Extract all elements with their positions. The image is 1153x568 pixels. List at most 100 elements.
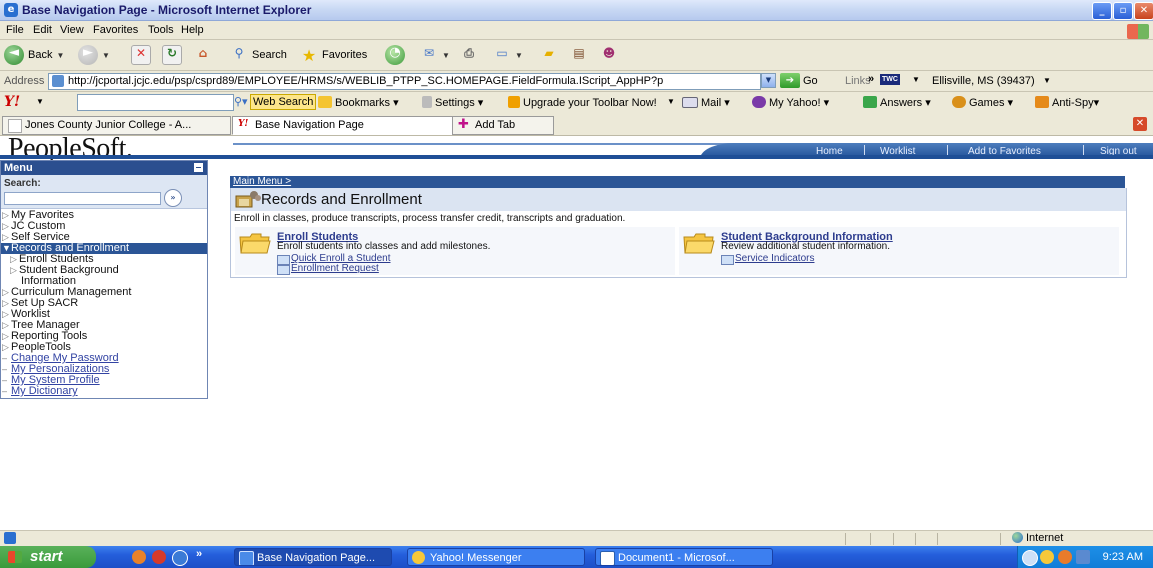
chevron-down-icon[interactable]: ▼ bbox=[667, 97, 675, 106]
print-button[interactable]: ⎙ bbox=[460, 44, 478, 66]
tray-smiley-icon[interactable] bbox=[1040, 550, 1054, 564]
taskbar-button-yahoo-messenger[interactable]: Yahoo! Messenger bbox=[407, 548, 585, 566]
tab-base-navigation[interactable]: Y! Base Navigation Page bbox=[232, 116, 461, 135]
yahoo-toolbar: Y! ▼ ⚲▾ Web Search Bookmarks ▾ Settings … bbox=[0, 92, 1153, 114]
start-button[interactable]: start bbox=[0, 546, 96, 568]
edit-button[interactable]: ▭ ▼ bbox=[493, 44, 523, 66]
tray-app-icon[interactable] bbox=[1058, 550, 1072, 564]
menu-tools[interactable]: Tools bbox=[148, 24, 174, 36]
research-button[interactable]: ▤ bbox=[570, 44, 588, 66]
quicklaunch-icon[interactable] bbox=[152, 550, 166, 564]
content-panel: Enroll in classes, produce transcripts, … bbox=[230, 211, 1127, 278]
antispy-button[interactable]: Anti-Spy▾ bbox=[1035, 96, 1099, 109]
games-button[interactable]: Games ▾ bbox=[952, 96, 1013, 109]
close-window-button[interactable]: ✕ bbox=[1134, 2, 1153, 20]
menu-favorites[interactable]: Favorites bbox=[93, 24, 138, 36]
settings-button[interactable]: Settings ▾ bbox=[422, 96, 483, 109]
go-button[interactable]: Go bbox=[803, 75, 818, 87]
home-icon: ⌂ bbox=[198, 46, 208, 60]
go-arrow-icon[interactable]: ➔ bbox=[780, 73, 800, 88]
add-tab-label: Add Tab bbox=[475, 119, 516, 131]
back-button[interactable]: ◄ Back ▼ bbox=[4, 44, 64, 66]
forward-button[interactable]: ► ▼ bbox=[78, 44, 110, 66]
mail-icon bbox=[682, 97, 698, 108]
chevron-down-icon: ▼ bbox=[2, 243, 11, 253]
stop-button[interactable]: ✕ bbox=[131, 44, 151, 66]
menu-help[interactable]: Help bbox=[181, 24, 204, 36]
browser-menu-bar: File Edit View Favorites Tools Help bbox=[0, 21, 1153, 40]
chevron-down-icon: ▼ bbox=[515, 50, 523, 60]
my-yahoo-label: My Yahoo! bbox=[769, 97, 821, 109]
window-title-bar[interactable]: e Base Navigation Page - Microsoft Inter… bbox=[0, 0, 1153, 21]
links-label[interactable]: Links bbox=[845, 75, 871, 87]
answers-button[interactable]: Answers ▾ bbox=[863, 96, 931, 109]
ie-icon bbox=[239, 551, 254, 565]
chevron-down-icon[interactable]: ▼ bbox=[36, 97, 44, 106]
status-divider bbox=[915, 533, 916, 545]
taskbar-button-base-navigation[interactable]: Base Navigation Page... bbox=[234, 548, 392, 566]
links-more-button[interactable]: » bbox=[868, 73, 874, 85]
mail-button[interactable]: Mail ▾ bbox=[682, 96, 730, 109]
search-button[interactable]: ⚲ Search bbox=[230, 44, 287, 66]
menu-search-input[interactable] bbox=[4, 192, 161, 205]
quicklaunch-icon[interactable] bbox=[132, 550, 146, 564]
taskbar-button-document1[interactable]: Document1 - Microsof... bbox=[595, 548, 773, 566]
favorites-button[interactable]: ★ Favorites bbox=[300, 44, 367, 66]
header-band bbox=[0, 155, 1153, 159]
tray-network-icon[interactable] bbox=[1076, 550, 1090, 564]
folder-button[interactable]: ▰ bbox=[540, 44, 558, 66]
chevron-down-icon[interactable]: ▼ bbox=[1043, 76, 1051, 85]
main-menu-breadcrumb-link[interactable]: Main Menu > bbox=[233, 176, 291, 188]
address-label: Address bbox=[4, 75, 45, 87]
search-label: Search: bbox=[4, 178, 41, 189]
folder-icon bbox=[239, 233, 271, 254]
student-background-description: Review additional student information. bbox=[721, 241, 890, 252]
quicklaunch-more-button[interactable]: » bbox=[196, 548, 202, 560]
folder-icon bbox=[683, 233, 715, 254]
address-dropdown-button[interactable]: ▼ bbox=[761, 73, 776, 88]
upgrade-toolbar-button[interactable]: Upgrade your Toolbar Now! bbox=[508, 96, 657, 109]
chevron-right-icon: ▷ bbox=[2, 232, 9, 242]
menu-edit[interactable]: Edit bbox=[33, 24, 52, 36]
status-divider bbox=[937, 533, 938, 545]
messenger-button[interactable]: ☻ bbox=[600, 44, 618, 66]
maximize-button[interactable]: ▫ bbox=[1113, 2, 1133, 20]
yahoo-logo[interactable]: Y! bbox=[4, 94, 20, 110]
search-go-icon[interactable]: » bbox=[164, 189, 182, 207]
globe-icon bbox=[1012, 532, 1023, 543]
chevron-down-icon[interactable]: ▼ bbox=[912, 75, 920, 84]
ie-quicklaunch-icon[interactable] bbox=[172, 550, 188, 566]
history-button[interactable]: ◔ bbox=[385, 44, 405, 66]
settings-label: Settings bbox=[435, 97, 475, 109]
yahoo-search-input[interactable] bbox=[77, 94, 234, 111]
web-search-button[interactable]: Web Search bbox=[250, 94, 317, 110]
address-input[interactable]: http://jcportal.jcjc.edu/psp/csprd89/EMP… bbox=[48, 73, 761, 90]
tray-arrow-icon[interactable] bbox=[1022, 550, 1038, 566]
refresh-button[interactable]: ↻ bbox=[162, 44, 182, 66]
my-yahoo-button[interactable]: My Yahoo! ▾ bbox=[752, 96, 829, 109]
browser-toolbar: ◄ Back ▼ ► ▼ ✕ ↻ ⌂ ⚲ Search ★ Favorites … bbox=[0, 40, 1153, 71]
search-icon: ⚲ bbox=[234, 46, 244, 60]
navigation-menu: Menu Search: » ▷ My Favorites ▷ JC Custom … bbox=[0, 160, 208, 399]
antispy-icon bbox=[1035, 96, 1049, 108]
menu-view[interactable]: View bbox=[60, 24, 84, 36]
menu-link-label: My Dictionary bbox=[11, 385, 78, 397]
enrollment-request-link[interactable]: Enrollment Request bbox=[277, 263, 379, 275]
minimize-button[interactable]: _ bbox=[1092, 2, 1112, 20]
menu-link-my-dictionary[interactable]: – My Dictionary bbox=[1, 386, 207, 397]
favorites-label: Favorites bbox=[322, 49, 368, 61]
weather-location[interactable]: Ellisville, MS (39437) bbox=[932, 75, 1035, 87]
dash-icon: – bbox=[2, 386, 8, 396]
close-tab-icon[interactable]: ✕ bbox=[1133, 117, 1147, 131]
service-indicators-link[interactable]: Service Indicators bbox=[721, 253, 814, 265]
weather-channel-icon[interactable]: TWC bbox=[880, 74, 900, 85]
page-status-icon bbox=[4, 532, 16, 544]
chevron-right-icon: ▷ bbox=[2, 298, 9, 308]
search-icon[interactable]: ⚲▾ bbox=[234, 95, 248, 108]
home-button[interactable]: ⌂ bbox=[194, 44, 212, 66]
menu-file[interactable]: File bbox=[6, 24, 24, 36]
bookmarks-button[interactable]: Bookmarks ▾ bbox=[318, 96, 399, 109]
mail-button[interactable]: ✉ ▼ bbox=[420, 44, 450, 66]
add-tab-button[interactable]: ✚ Add Tab bbox=[452, 116, 554, 135]
collapse-icon[interactable] bbox=[194, 163, 203, 172]
